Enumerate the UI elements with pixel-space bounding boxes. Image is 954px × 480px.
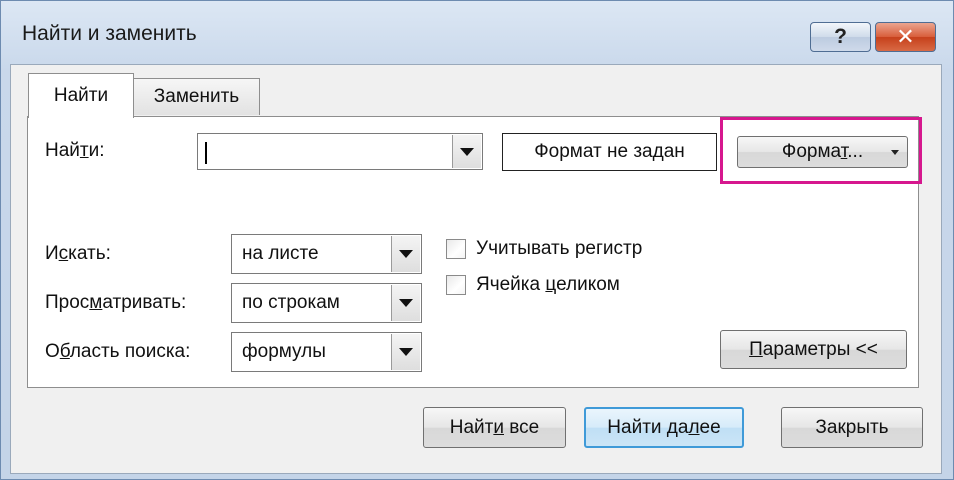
tab-find-label: Найти bbox=[53, 85, 109, 106]
match-case-checkbox[interactable] bbox=[446, 239, 466, 259]
close-button-label: Закрыть bbox=[815, 416, 889, 438]
search-within-dropdown-button[interactable] bbox=[391, 236, 420, 272]
close-icon: ✕ bbox=[896, 24, 915, 49]
window-close-button[interactable]: ✕ bbox=[875, 22, 936, 52]
tab-replace-label: Заменить bbox=[153, 86, 240, 107]
tab-replace[interactable]: Заменить bbox=[134, 78, 260, 115]
search-within-label: Искать: bbox=[45, 243, 111, 264]
search-order-dropdown-button[interactable] bbox=[391, 285, 420, 321]
help-icon: ? bbox=[834, 25, 847, 48]
search-within-select[interactable]: на листе bbox=[231, 234, 422, 274]
format-button-label: Формат... bbox=[781, 141, 864, 162]
find-all-button[interactable]: Найти все bbox=[423, 407, 566, 448]
tab-find[interactable]: Найти bbox=[28, 73, 134, 118]
whole-cell-label[interactable]: Ячейка целиком bbox=[476, 274, 620, 296]
look-in-label: Область поиска: bbox=[45, 341, 191, 362]
chevron-down-icon bbox=[399, 299, 413, 307]
look-in-dropdown-button[interactable] bbox=[391, 334, 420, 370]
find-input[interactable] bbox=[197, 133, 483, 170]
match-case-label[interactable]: Учитывать регистр bbox=[476, 238, 642, 260]
chevron-down-icon bbox=[460, 147, 474, 156]
window-title: Найти и заменить bbox=[22, 22, 197, 45]
options-button-label: Параметры << bbox=[749, 338, 878, 360]
format-preview-box: Формат не задан bbox=[502, 133, 717, 171]
dropdown-arrow-icon bbox=[891, 150, 899, 155]
find-dropdown-button[interactable] bbox=[452, 135, 481, 168]
chevron-down-icon bbox=[399, 348, 413, 356]
search-order-select[interactable]: по строкам bbox=[231, 283, 422, 323]
find-label: Найти: bbox=[45, 140, 105, 161]
find-next-button[interactable]: Найти далее bbox=[584, 407, 744, 448]
options-button[interactable]: Параметры << bbox=[720, 330, 907, 369]
chevron-down-icon bbox=[399, 250, 413, 258]
look-in-select[interactable]: формулы bbox=[231, 332, 422, 372]
whole-cell-checkbox[interactable] bbox=[446, 275, 466, 295]
search-order-label: Просматривать: bbox=[45, 292, 187, 313]
close-button[interactable]: Закрыть bbox=[781, 407, 923, 448]
text-caret bbox=[205, 142, 207, 164]
help-button[interactable]: ? bbox=[810, 22, 871, 52]
find-next-label: Найти далее bbox=[607, 416, 721, 438]
find-all-label: Найти все bbox=[449, 416, 540, 438]
format-button[interactable]: Формат... bbox=[737, 136, 908, 168]
